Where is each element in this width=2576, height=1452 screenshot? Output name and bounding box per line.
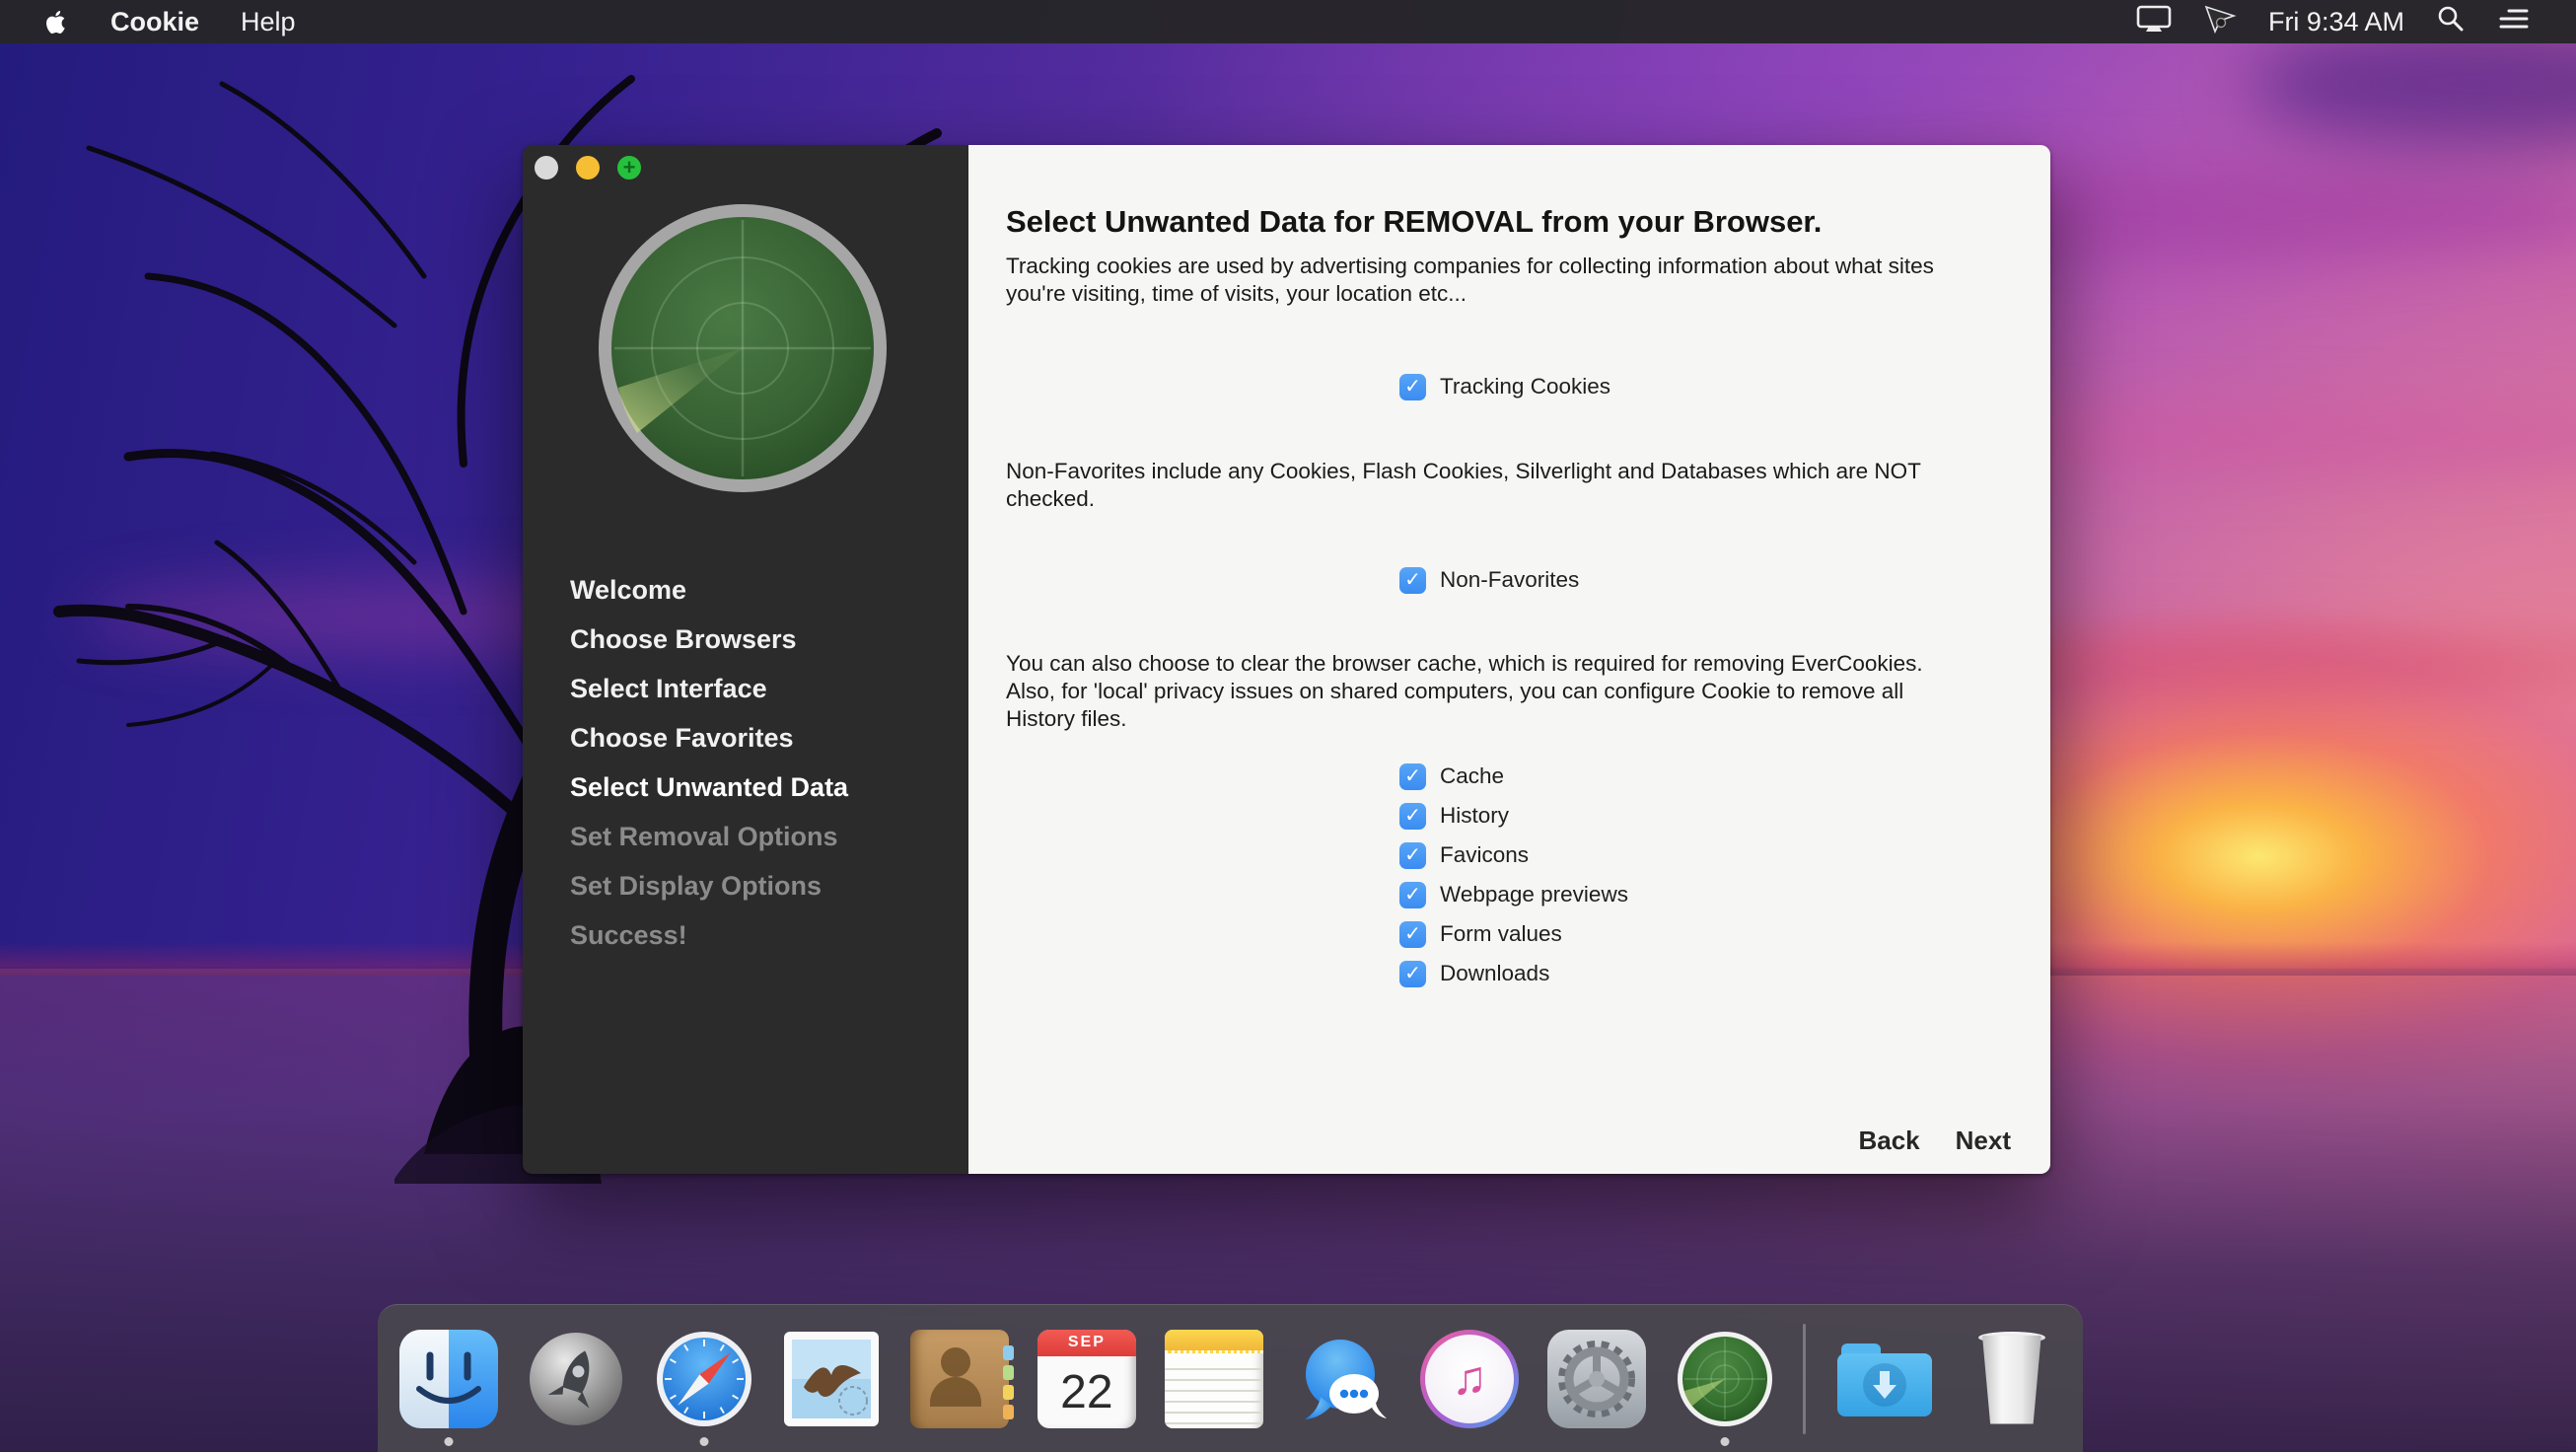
calendar-icon: SEP 22 [1038, 1330, 1136, 1428]
webpage-previews-label: Webpage previews [1440, 882, 1628, 908]
history-row[interactable]: History [1399, 796, 1628, 835]
dock-item-finder[interactable] [399, 1307, 498, 1451]
wizard-nav-buttons: Back Next [1858, 1125, 2011, 1156]
system-preferences-icon [1547, 1330, 1646, 1428]
cache-checkbox[interactable] [1399, 763, 1426, 790]
cookie-wizard-window: + [523, 145, 2050, 1174]
non-favorites-description: Non-Favorites include any Cookies, Flash… [1006, 458, 1972, 513]
dock-item-system-preferences[interactable] [1547, 1307, 1646, 1451]
calendar-day: 22 [1038, 1356, 1136, 1428]
step-select-unwanted-data[interactable]: Select Unwanted Data [570, 762, 848, 812]
messages-icon [1293, 1330, 1392, 1428]
safari-icon [655, 1330, 753, 1428]
step-choose-browsers[interactable]: Choose Browsers [570, 615, 848, 664]
form-values-label: Form values [1440, 921, 1562, 947]
favicons-row[interactable]: Favicons [1399, 835, 1628, 875]
trash-icon [1963, 1330, 2061, 1428]
dock-item-contacts[interactable] [910, 1307, 1009, 1451]
notes-icon [1165, 1330, 1263, 1428]
favicons-checkbox[interactable] [1399, 842, 1426, 869]
dock-item-itunes[interactable]: ♫ [1420, 1307, 1519, 1451]
dock-item-notes[interactable] [1165, 1307, 1263, 1451]
step-choose-favorites[interactable]: Choose Favorites [570, 713, 848, 762]
menu-bar-clock[interactable]: Fri 9:34 AM [2268, 7, 2404, 37]
step-select-interface[interactable]: Select Interface [570, 664, 848, 713]
non-favorites-checkbox[interactable] [1399, 567, 1426, 594]
running-indicator [1720, 1437, 1729, 1446]
history-label: History [1440, 803, 1509, 829]
back-button[interactable]: Back [1858, 1125, 1919, 1156]
dock-item-downloads[interactable] [1835, 1307, 1934, 1451]
next-button[interactable]: Next [1956, 1125, 2011, 1156]
music-note-glyph: ♫ [1452, 1351, 1487, 1406]
data-checkbox-group: Cache History Favicons Webpage previews … [1399, 757, 1628, 993]
downloads-row[interactable]: Downloads [1399, 954, 1628, 993]
dock-item-cookie[interactable] [1676, 1307, 1774, 1451]
tracking-cookies-label: Tracking Cookies [1440, 374, 1610, 399]
downloads-label: Downloads [1440, 961, 1549, 986]
step-welcome[interactable]: Welcome [570, 565, 848, 615]
favicons-label: Favicons [1440, 842, 1529, 868]
downloads-checkbox[interactable] [1399, 961, 1426, 987]
form-values-checkbox[interactable] [1399, 921, 1426, 948]
history-checkbox[interactable] [1399, 803, 1426, 830]
launchpad-icon [527, 1330, 625, 1428]
dock-item-launchpad[interactable] [527, 1307, 625, 1451]
zoom-button[interactable]: + [617, 156, 641, 180]
running-indicator [445, 1437, 454, 1446]
running-indicator [699, 1437, 708, 1446]
menu-bar-left: Cookie Help [0, 7, 337, 37]
wizard-steps: Welcome Choose Browsers Select Interface… [570, 565, 848, 960]
minimize-button[interactable] [576, 156, 600, 180]
apple-menu-icon[interactable] [43, 9, 67, 36]
dock-item-mail[interactable] [782, 1307, 881, 1451]
form-values-row[interactable]: Form values [1399, 914, 1628, 954]
menu-bar: Cookie Help Fri 9:34 AM [0, 0, 2576, 43]
contacts-icon [910, 1330, 1009, 1428]
close-button[interactable] [535, 156, 558, 180]
cache-row[interactable]: Cache [1399, 757, 1628, 796]
tracking-cookies-row[interactable]: Tracking Cookies [1399, 367, 1610, 406]
step-set-removal-options[interactable]: Set Removal Options [570, 812, 848, 861]
webpage-previews-row[interactable]: Webpage previews [1399, 875, 1628, 914]
window-sidebar: + [523, 145, 968, 1174]
mail-icon [782, 1330, 881, 1428]
page-title: Select Unwanted Data for REMOVAL from yo… [1006, 204, 1822, 240]
itunes-icon: ♫ [1420, 1330, 1519, 1428]
dock-item-trash[interactable] [1963, 1307, 2061, 1451]
wizard-content: Select Unwanted Data for REMOVAL from yo… [968, 145, 2050, 1174]
step-success[interactable]: Success! [570, 910, 848, 960]
menu-app-name[interactable]: Cookie [110, 7, 199, 37]
cookie-status-icon[interactable] [2203, 3, 2237, 41]
non-favorites-row[interactable]: Non-Favorites [1399, 560, 1579, 600]
downloads-folder-icon [1835, 1330, 1934, 1428]
calendar-month: SEP [1038, 1330, 1136, 1356]
cookie-app-icon [1676, 1330, 1774, 1428]
dock-separator [1803, 1324, 1806, 1434]
tracking-cookies-description: Tracking cookies are used by advertising… [1006, 253, 1972, 308]
menu-bar-status-area: Fri 9:34 AM [2136, 3, 2576, 41]
cache-description: You can also choose to clear the browser… [1006, 650, 1972, 733]
non-favorites-label: Non-Favorites [1440, 567, 1579, 593]
finder-icon [399, 1330, 498, 1428]
display-mirroring-icon[interactable] [2136, 5, 2172, 39]
tracking-cookies-checkbox[interactable] [1399, 374, 1426, 400]
webpage-previews-checkbox[interactable] [1399, 882, 1426, 908]
spotlight-icon[interactable] [2436, 4, 2466, 40]
desktop: Cookie Help Fri 9:34 AM [0, 0, 2576, 1452]
dock-item-messages[interactable] [1293, 1307, 1392, 1451]
notification-center-icon[interactable] [2497, 5, 2531, 39]
dock-item-safari[interactable] [655, 1307, 753, 1451]
cache-label: Cache [1440, 763, 1504, 789]
dock: SEP 22 [378, 1304, 2083, 1452]
dock-item-calendar[interactable]: SEP 22 [1038, 1307, 1136, 1451]
step-set-display-options[interactable]: Set Display Options [570, 861, 848, 910]
radar-logo [595, 200, 891, 496]
menu-help[interactable]: Help [241, 7, 296, 37]
